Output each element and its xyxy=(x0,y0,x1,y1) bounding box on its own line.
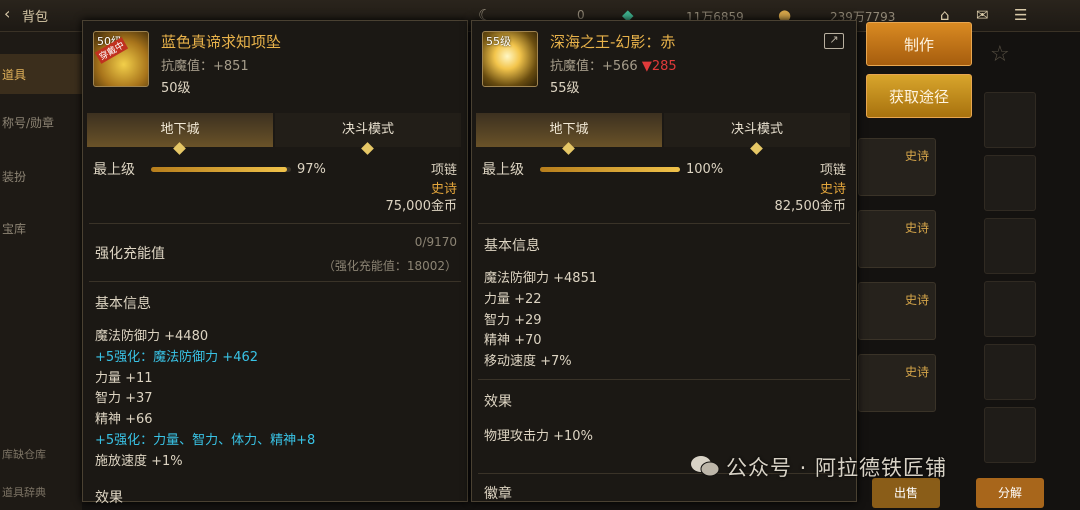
grade-bar xyxy=(151,167,291,172)
basic-info-title: 基本信息 xyxy=(484,238,540,254)
grade-percent: 97% xyxy=(297,162,326,177)
stat-line: 移动速度 +7% xyxy=(484,354,572,370)
divider xyxy=(89,281,461,282)
disassemble-button[interactable]: 分解 xyxy=(976,478,1044,508)
charge-value: 0/9170 xyxy=(414,235,457,249)
diamond-marker-icon xyxy=(750,142,763,155)
rarity-label: 史诗 xyxy=(904,221,929,235)
basic-info-title: 基本信息 xyxy=(95,296,151,312)
enhance-bonus-line: +5强化：力量、智力、体力、精神+8 xyxy=(95,433,316,448)
tab-label: 决斗模式 xyxy=(341,122,394,137)
inventory-slot[interactable] xyxy=(984,92,1036,148)
charge-title: 强化充能值 xyxy=(95,246,165,262)
emblem-title: 徽章 xyxy=(484,486,512,502)
item-tooltip-compare: 55级 深海之王-幻影：赤 抗魔值：+566 ▼285 55级 ↗ 地下城 决斗… xyxy=(471,20,857,502)
necklace-icon: 55级 xyxy=(482,31,538,87)
stat-line: 力量 +22 xyxy=(484,291,542,307)
rarity-label: 史诗 xyxy=(904,293,929,307)
back-arrow-icon[interactable]: ‹ xyxy=(4,4,10,23)
star-icon[interactable]: ☆ xyxy=(990,42,1010,67)
stat-line: 魔法防御力 +4480 xyxy=(95,329,209,344)
share-icon[interactable]: ↗ xyxy=(824,33,844,49)
mode-tabs: 地下城 决斗模式 xyxy=(476,113,852,155)
mail-icon[interactable]: ✉ xyxy=(976,6,989,24)
sell-button[interactable]: 出售 xyxy=(872,478,940,508)
obtain-method-button[interactable]: 获取途径 xyxy=(866,74,972,118)
tab-label: 决斗模式 xyxy=(730,122,783,137)
side-item-titles[interactable]: 称号/勋章 xyxy=(0,102,82,142)
window-title: 背包 xyxy=(22,10,49,25)
make-button[interactable]: 制作 xyxy=(866,22,972,66)
inventory-slot[interactable] xyxy=(984,344,1036,400)
tab-dungeon[interactable]: 地下城 xyxy=(476,113,662,155)
chat-icon[interactable]: ☰ xyxy=(1014,6,1027,24)
stat-line: 力量 +11 xyxy=(95,370,153,386)
tab-label: 地下城 xyxy=(549,122,589,137)
charge-subtext: （强化充能值：18002） xyxy=(322,259,457,273)
grade-label: 最上级 xyxy=(482,162,524,178)
side-item-avatar[interactable]: 装扮 xyxy=(0,156,82,196)
effect-line: 物理攻击力 +10% xyxy=(484,429,593,444)
item-slot: 项链 xyxy=(430,163,457,178)
anti-magic-value: 抗魔值：+566 ▼285 xyxy=(550,55,677,74)
rarity-label: 史诗 xyxy=(904,149,929,163)
inventory-slot[interactable] xyxy=(984,407,1036,463)
inventory-slot[interactable] xyxy=(984,281,1036,337)
tab-label: 地下城 xyxy=(160,122,200,137)
anti-magic-diff: ▼285 xyxy=(641,59,677,74)
side-item-dictionary[interactable]: 道具辞典 xyxy=(2,484,46,500)
grade-bar xyxy=(540,167,680,172)
mode-tabs: 地下城 决斗模式 xyxy=(87,113,463,155)
watermark-text: 公众号 · 阿拉德铁匠铺 xyxy=(726,456,948,480)
tab-duel[interactable]: 决斗模式 xyxy=(664,113,850,155)
divider xyxy=(478,223,850,224)
stat-line: 精神 +70 xyxy=(484,333,542,349)
item-name: 蓝色真谛求知项坠 xyxy=(161,33,282,51)
effect-title: 效果 xyxy=(484,394,512,410)
divider xyxy=(478,379,850,380)
item-level: 55级 xyxy=(550,81,580,96)
tab-dungeon[interactable]: 地下城 xyxy=(87,113,273,155)
stat-line: 精神 +66 xyxy=(95,412,153,428)
anti-magic-text: 抗魔值：+566 xyxy=(550,59,638,74)
grade-bar-fill xyxy=(540,167,680,172)
inventory-slot[interactable] xyxy=(984,155,1036,211)
rarity-label: 史诗 xyxy=(904,365,929,379)
stat-line: 智力 +29 xyxy=(484,312,542,328)
effect-title: 效果 xyxy=(95,490,123,506)
tab-duel[interactable]: 决斗模式 xyxy=(275,113,461,155)
diamond-marker-icon xyxy=(173,142,186,155)
background-item-row[interactable]: 史诗 xyxy=(858,210,936,268)
necklace-icon: 50级 穿戴中 xyxy=(93,31,149,87)
grade-label: 最上级 xyxy=(93,162,135,178)
divider xyxy=(89,223,461,224)
side-menu: 道具 称号/勋章 装扮 宝库 库缺仓库 道具辞典 xyxy=(0,32,82,510)
side-item-items[interactable]: 道具 xyxy=(0,54,82,94)
stat-line: 智力 +37 xyxy=(95,391,153,407)
diamond-marker-icon xyxy=(361,142,374,155)
grade-bar-fill xyxy=(151,167,287,172)
item-level-tag: 55级 xyxy=(486,35,511,48)
item-name: 深海之王-幻影：赤 xyxy=(550,33,676,51)
enhance-bonus-line: +5强化：魔法防御力 +462 xyxy=(95,349,259,365)
inventory-slot[interactable] xyxy=(984,218,1036,274)
diamond-marker-icon xyxy=(562,142,575,155)
item-price: 82,500金币 xyxy=(774,199,847,214)
side-item-storage[interactable]: 库缺仓库 xyxy=(2,446,46,462)
background-item-row[interactable]: 史诗 xyxy=(858,354,936,412)
side-item-vault[interactable]: 宝库 xyxy=(0,208,82,248)
background-item-row[interactable]: 史诗 xyxy=(858,138,936,196)
item-tooltip-equipped: 50级 穿戴中 蓝色真谛求知项坠 抗魔值：+851 50级 地下城 决斗模式 最… xyxy=(82,20,468,506)
item-level: 50级 xyxy=(161,81,191,96)
background-item-row[interactable]: 史诗 xyxy=(858,282,936,340)
item-slot: 项链 xyxy=(819,163,846,178)
stat-line: 施放速度 +1% xyxy=(95,453,183,469)
anti-magic-value: 抗魔值：+851 xyxy=(161,59,249,74)
stat-line: 魔法防御力 +4851 xyxy=(484,271,598,286)
item-price: 75,000金币 xyxy=(385,199,458,214)
grade-percent: 100% xyxy=(686,162,724,177)
wechat-icon xyxy=(691,456,720,477)
